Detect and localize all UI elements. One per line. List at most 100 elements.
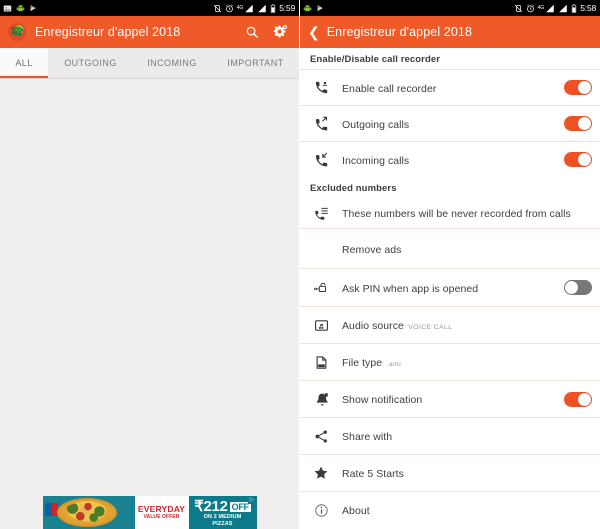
android-robot-icon: [16, 4, 25, 13]
clock-left: 5:59: [279, 3, 295, 13]
alarm-icon: [225, 3, 234, 13]
row-text: Enable call recorder: [342, 79, 564, 97]
back-chevron-icon[interactable]: ❮: [308, 25, 320, 39]
ad-sub-line2: PIZZAS: [212, 520, 233, 527]
clock-right: 5:58: [580, 3, 596, 13]
section-header-enable-disable: Enable/Disable call recorder: [310, 54, 441, 65]
app-bar-left: ☎ Enregistreur d'appel 2018: [0, 16, 299, 48]
tab-outgoing[interactable]: OUTGOING: [48, 48, 133, 78]
star-icon: [310, 465, 332, 481]
row-text: File type .amr: [342, 353, 592, 371]
ad-headline-line1: EVERYDAY: [137, 504, 186, 515]
row-text: Ask PIN when app is opened: [342, 279, 564, 297]
row-text: These numbers will be never recorded fro…: [342, 204, 592, 222]
search-icon[interactable]: [245, 25, 259, 39]
row-value: VOICE CALL: [408, 324, 453, 331]
battery-icon: [270, 3, 276, 13]
signal-bars-icon-2: [558, 4, 568, 13]
row-about[interactable]: About: [300, 491, 600, 528]
toggle-show-notification[interactable]: [564, 391, 592, 407]
row-title: Rate 5 Starts: [342, 468, 404, 480]
toggle-ask-pin[interactable]: [564, 280, 592, 295]
right-screen: 4G 5:58 ❮ Enregistreur d'appel 2018 Enab…: [300, 0, 600, 529]
ad-zone: EVERYDAY VALUE OFFER ₹212 OFF ON 2 MEDIU…: [0, 482, 299, 529]
row-title: About: [342, 505, 370, 517]
status-bar-right-left-icons: [303, 4, 325, 13]
network-type-label: 4G: [236, 5, 244, 11]
row-outgoing-calls[interactable]: Outgoing calls: [300, 105, 600, 141]
status-bar-right: 4G 5:58: [300, 0, 600, 16]
settings-list: Enable/Disable call recorder Enable call…: [300, 48, 600, 529]
image-icon: [3, 4, 12, 13]
toggle-enable-call-recorder[interactable]: [564, 80, 592, 95]
row-text: Audio source VOICE CALL: [342, 316, 592, 334]
row-text: Incoming calls: [342, 151, 564, 169]
ad-headline-line2: VALUE OFFER: [143, 513, 180, 520]
row-text: Show notification: [342, 390, 564, 408]
row-rate[interactable]: Rate 5 Starts: [300, 454, 600, 491]
row-title: Outgoing calls: [342, 118, 410, 131]
toggle-outgoing-calls[interactable]: [564, 116, 592, 131]
row-excluded-numbers[interactable]: These numbers will be never recorded fro…: [300, 198, 600, 228]
row-audio-source[interactable]: Audio source VOICE CALL: [300, 306, 600, 343]
alarm-icon: [526, 3, 535, 13]
toggle-knob: [578, 153, 591, 166]
status-bar-left: 4G 5:59: [0, 0, 299, 16]
signal-bars-icon-2: [257, 4, 267, 13]
row-remove-ads[interactable]: Remove ads: [300, 228, 600, 268]
settings-page-title: Enregistreur d'appel 2018: [326, 25, 472, 39]
row-text: Rate 5 Starts: [342, 464, 592, 482]
phone-incoming-icon: [310, 152, 332, 167]
no-vibrate-icon: [514, 4, 523, 13]
signal-bars-icon-1: [244, 4, 254, 13]
toggle-knob: [578, 392, 591, 406]
toggle-knob: [578, 81, 591, 94]
signal-bars-icon-1: [545, 4, 555, 13]
lock-icon: [310, 281, 332, 294]
status-bar-right-icons: 4G 5:59: [213, 3, 295, 13]
battery-icon: [571, 3, 577, 13]
dominos-logo-icon: [44, 503, 58, 516]
row-value: .amr: [386, 361, 402, 368]
row-title: Ask PIN when app is opened: [342, 282, 479, 295]
toggle-knob: [578, 117, 591, 130]
tab-incoming[interactable]: INCOMING: [133, 48, 211, 78]
status-bar-left-icons: [3, 4, 38, 13]
app-bar-right: ❮ Enregistreur d'appel 2018: [300, 16, 600, 48]
android-robot-icon: [303, 4, 312, 13]
call-recorder-logo-icon: ☎: [8, 23, 26, 41]
ad-offer: ₹212 OFF ON 2 MEDIUM PIZZAS: [188, 496, 257, 529]
toggle-incoming-calls[interactable]: [564, 152, 592, 167]
row-text: Remove ads: [342, 240, 592, 258]
row-ask-pin[interactable]: Ask PIN when app is opened: [300, 268, 600, 306]
ad-headline: EVERYDAY VALUE OFFER: [134, 496, 189, 529]
phone-list-icon: [310, 206, 332, 221]
info-icon: [310, 503, 332, 518]
file-icon: [310, 355, 332, 370]
row-file-type[interactable]: File type .amr: [300, 343, 600, 380]
tab-all[interactable]: ALL: [0, 48, 48, 78]
ad-pizza-image: [42, 496, 135, 529]
no-vibrate-icon: [213, 4, 222, 13]
left-screen: 4G 5:59 ☎ Enregistreur d'appel 2018 ALL …: [0, 0, 300, 529]
row-text: About: [342, 501, 592, 519]
section-header-excluded-numbers: Excluded numbers: [310, 183, 397, 194]
adchoices-icon[interactable]: ▷: [247, 496, 257, 504]
row-title: File type: [342, 357, 383, 369]
gear-icon[interactable]: [272, 24, 288, 40]
row-enable-call-recorder[interactable]: Enable call recorder: [300, 69, 600, 105]
tab-important[interactable]: IMPORTANT: [211, 48, 299, 78]
ad-price: ₹212: [194, 498, 228, 516]
row-title: Enable call recorder: [342, 82, 437, 95]
row-incoming-calls[interactable]: Incoming calls: [300, 141, 600, 177]
phone-record-icon: [310, 80, 332, 95]
status-bar-right-icons-2: 4G 5:58: [514, 3, 596, 13]
network-type-label: 4G: [537, 5, 545, 11]
row-title: These numbers will be never recorded fro…: [342, 208, 571, 220]
ad-price-row: ₹212 OFF: [194, 498, 251, 516]
row-text: Share with: [342, 427, 592, 445]
row-share-with[interactable]: Share with: [300, 417, 600, 454]
row-show-notification[interactable]: Show notification: [300, 380, 600, 417]
ad-banner[interactable]: EVERYDAY VALUE OFFER ₹212 OFF ON 2 MEDIU…: [42, 496, 257, 529]
row-title: Incoming calls: [342, 154, 410, 167]
